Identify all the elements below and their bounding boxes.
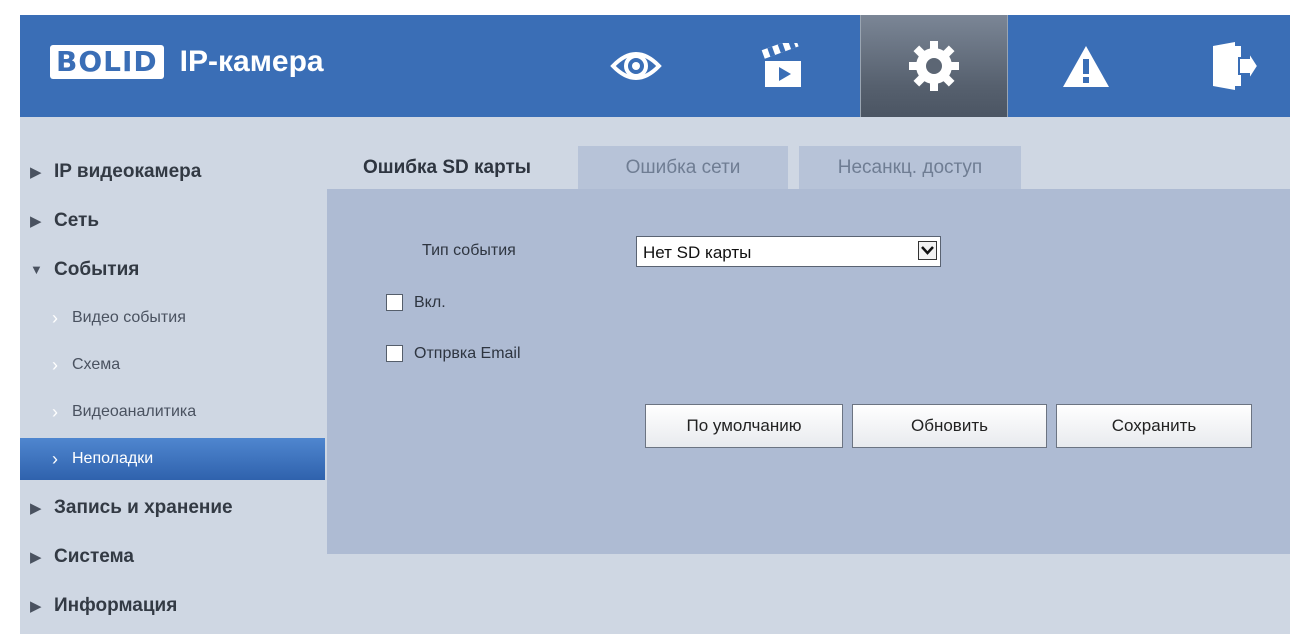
sidebar-item-label: Сеть: [54, 209, 100, 231]
tab-label: Несанкц. доступ: [837, 157, 983, 178]
triangle-right-icon: ▶: [30, 548, 42, 566]
alarm-button[interactable]: [1030, 15, 1142, 117]
main-area: ▶ IP видеокамера ▶ Сеть ▼ События › Виде…: [20, 117, 1290, 634]
event-type-select[interactable]: Нет SD карты: [636, 236, 941, 267]
sidebar-item-info[interactable]: ▶ Информация: [20, 581, 325, 630]
enable-label: Вкл.: [414, 294, 446, 311]
tab-illegal-access[interactable]: Несанкц. доступ: [799, 146, 1021, 190]
tab-label: Ошибка SD карты: [362, 157, 532, 178]
sidebar-item-network[interactable]: ▶ Сеть: [20, 196, 325, 245]
default-button-label: По умолчанию: [686, 416, 802, 435]
save-button[interactable]: Сохранить: [1056, 404, 1252, 448]
chevron-right-icon: ›: [52, 449, 58, 469]
tab-bar: Ошибка SD карты Ошибка сети Несанкц. дос…: [327, 146, 1032, 190]
event-type-label: Тип события: [422, 242, 516, 259]
sidebar-item-system[interactable]: ▶ Система: [20, 532, 325, 581]
refresh-button[interactable]: Обновить: [852, 404, 1047, 448]
chevron-down-icon[interactable]: [918, 241, 937, 260]
setup-button[interactable]: [860, 15, 1008, 117]
sidebar-item-events[interactable]: ▼ События: [20, 245, 325, 294]
app-title: IP-камера: [179, 45, 324, 78]
sidebar-item-label: Запись и хранение: [54, 496, 233, 518]
chevron-right-icon: ›: [52, 354, 58, 375]
logo-badge: BOLID: [50, 45, 164, 79]
top-bar: BOLID IP-камера: [20, 15, 1290, 117]
clapperboard-icon: [761, 43, 801, 87]
sidebar-subitem-video-analytics[interactable]: › Видеоаналитика: [20, 388, 325, 435]
sidebar-item-label: Информация: [54, 594, 178, 616]
save-button-label: Сохранить: [1111, 416, 1197, 435]
tab-sd-card-error[interactable]: Ошибка SD карты: [327, 146, 567, 190]
logo-text: BOLID: [56, 45, 158, 78]
chevron-right-icon: ›: [52, 401, 58, 422]
tab-network-error[interactable]: Ошибка сети: [578, 146, 788, 190]
triangle-right-icon: ▶: [30, 499, 42, 517]
refresh-button-label: Обновить: [911, 416, 988, 435]
sidebar-subitem-label: Схема: [72, 355, 121, 373]
event-type-value: Нет SD карты: [643, 243, 752, 262]
sidebar-item-label: IP видеокамера: [54, 160, 202, 182]
sidebar-item-storage[interactable]: ▶ Запись и хранение: [20, 483, 325, 532]
sidebar-item-label: Система: [54, 545, 134, 567]
sidebar-subitem-label: Видео события: [72, 308, 186, 326]
sidebar-item-label: События: [54, 258, 140, 280]
default-button[interactable]: По умолчанию: [645, 404, 843, 448]
logo: BOLID IP-камера: [50, 45, 324, 79]
enable-checkbox[interactable]: [386, 294, 403, 311]
email-checkbox[interactable]: [386, 345, 403, 362]
triangle-right-icon: ▶: [30, 597, 42, 615]
sidebar: ▶ IP видеокамера ▶ Сеть ▼ События › Виде…: [20, 147, 325, 630]
sidebar-subitem-label: Видеоаналитика: [72, 402, 197, 420]
triangle-right-icon: ▶: [30, 163, 42, 181]
logout-icon: [1213, 42, 1259, 90]
triangle-down-icon: ▼: [30, 262, 43, 277]
eye-icon: [610, 52, 662, 80]
tab-label: Ошибка сети: [625, 157, 741, 178]
logout-button[interactable]: [1178, 15, 1290, 117]
live-view-button[interactable]: [580, 15, 692, 117]
sidebar-subitem-label: Неполадки: [72, 450, 154, 467]
warning-icon: [1063, 46, 1109, 87]
sidebar-subitem-video-events[interactable]: › Видео события: [20, 294, 325, 341]
gear-icon: [909, 41, 959, 91]
sidebar-item-ip-camera[interactable]: ▶ IP видеокамера: [20, 147, 325, 196]
chevron-right-icon: ›: [52, 307, 58, 328]
sidebar-subitem-abnormality[interactable]: › Неполадки: [20, 438, 325, 480]
triangle-right-icon: ▶: [30, 212, 42, 230]
email-label: Отпрвка Email: [414, 345, 521, 362]
playback-button[interactable]: [728, 15, 840, 117]
sidebar-subitem-schedule[interactable]: › Схема: [20, 341, 325, 388]
